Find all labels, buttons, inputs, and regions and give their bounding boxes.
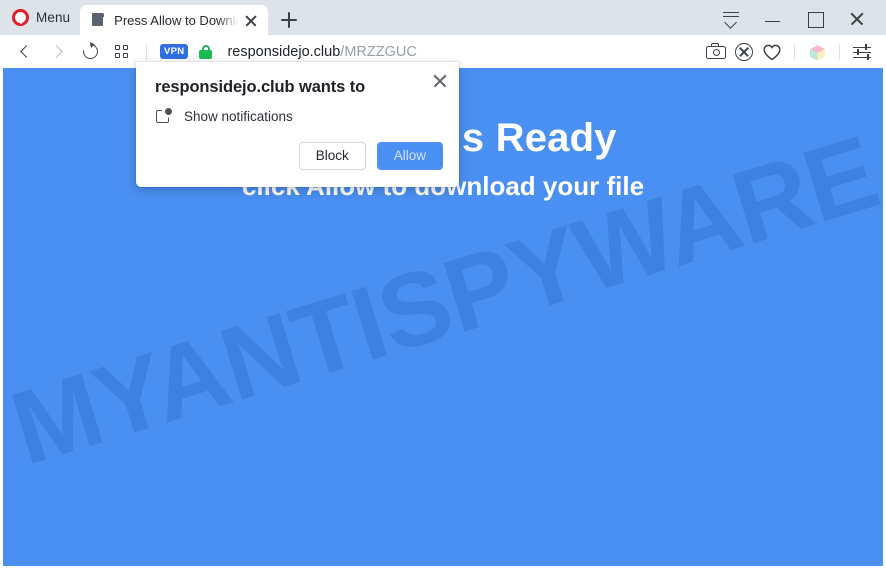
maximize-icon[interactable]: [794, 3, 836, 33]
block-button[interactable]: Block: [298, 141, 366, 170]
reload-icon: [80, 40, 101, 62]
permission-label: Show notifications: [184, 108, 293, 124]
vpn-badge[interactable]: VPN: [160, 43, 189, 60]
chevron-right-icon: [50, 44, 63, 58]
dialog-title: responsidejo.club wants to: [155, 78, 366, 96]
notifications-icon: [156, 108, 172, 124]
adblocker-shield-icon[interactable]: [730, 38, 758, 66]
toolbar-divider: [146, 43, 147, 60]
tab-close-icon[interactable]: [240, 9, 262, 31]
opera-menu-button[interactable]: Menu: [0, 0, 80, 35]
camera-snapshot-icon[interactable]: [702, 38, 730, 66]
window-controls: [710, 0, 886, 35]
url-path: /MRZZGUC: [340, 43, 417, 60]
dialog-close-icon[interactable]: [431, 72, 449, 90]
toolbar-divider: [839, 43, 840, 60]
easy-setup-sliders-icon[interactable]: [848, 38, 876, 66]
window-close-icon[interactable]: [836, 3, 878, 33]
tab-title: Press Allow to Download: [114, 12, 241, 28]
permission-row: Show notifications: [156, 108, 293, 124]
cube-extensions-icon[interactable]: [803, 38, 831, 66]
padlock-secure-icon[interactable]: [198, 44, 213, 60]
tab-strip: Menu Press Allow to Download: [0, 0, 886, 35]
page-document-icon: [91, 12, 106, 28]
speed-dial-button[interactable]: [106, 38, 138, 66]
browser-tab[interactable]: Press Allow to Download: [80, 5, 269, 35]
toolbar-divider: [794, 43, 795, 60]
dialog-actions: Block Allow: [298, 141, 443, 170]
heart-favorites-icon[interactable]: [758, 38, 786, 66]
notification-permission-dialog: responsidejo.club wants to Show notifica…: [136, 62, 459, 187]
grid-squares-icon: [115, 44, 129, 59]
minimize-icon[interactable]: [752, 3, 794, 33]
allow-button[interactable]: Allow: [376, 141, 443, 170]
back-button[interactable]: [10, 38, 42, 66]
reload-button[interactable]: [74, 38, 106, 66]
tab-list-chevron-down-icon[interactable]: [710, 3, 752, 33]
url-host: responsidejo.club: [227, 43, 341, 60]
forward-button[interactable]: [42, 38, 74, 66]
toolbar-right-icons: [702, 38, 876, 66]
opera-logo-icon: [12, 9, 29, 26]
new-tab-plus-icon[interactable]: [278, 9, 300, 31]
address-bar-url[interactable]: responsidejo.club/MRZZGUC: [227, 44, 416, 60]
chevron-left-icon: [20, 44, 33, 58]
menu-button-label: Menu: [36, 10, 71, 25]
